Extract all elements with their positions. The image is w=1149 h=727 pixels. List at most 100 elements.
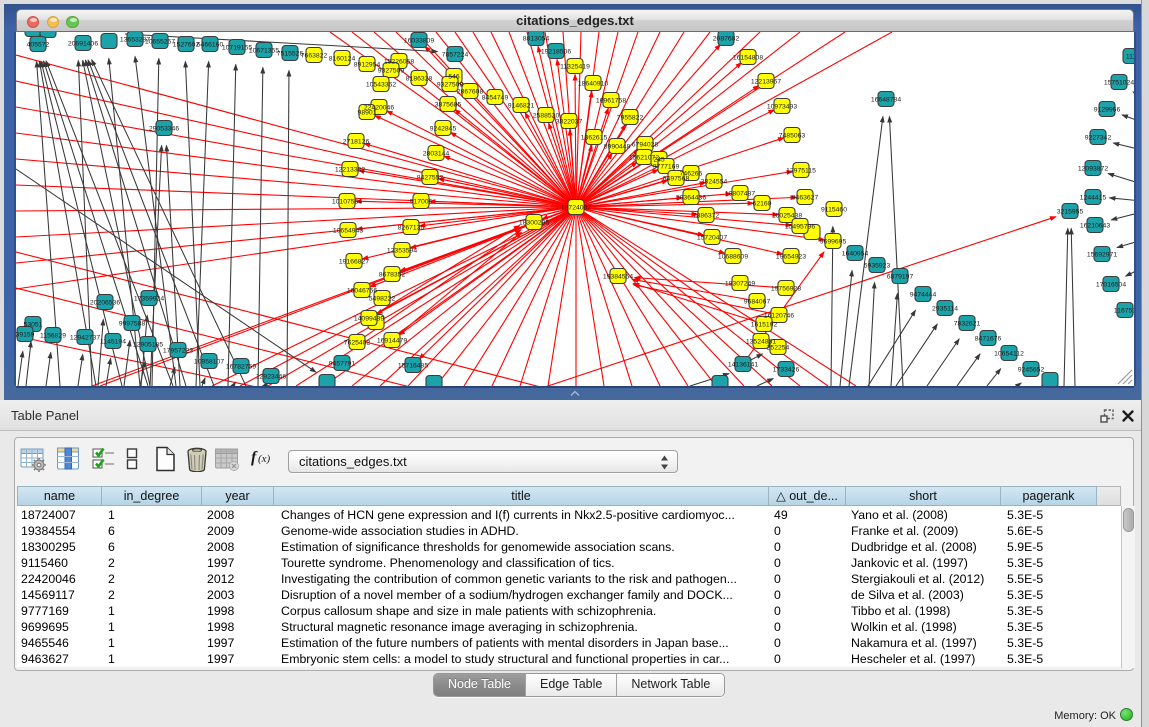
- graph-node-label: 10543362: [366, 82, 396, 89]
- graph-node-label: 7485063: [779, 133, 806, 140]
- cell-title: Disruption of a novel member of a sodium…: [274, 587, 769, 603]
- scrollbar-thumb[interactable]: [1123, 508, 1134, 532]
- graph-node-label: 19756928: [771, 286, 801, 293]
- graph-node-label: 2935114: [932, 306, 958, 313]
- graph-node-label: 16046766: [347, 288, 377, 295]
- table-vertical-scrollbar[interactable]: [1121, 506, 1135, 668]
- column-header-out_de[interactable]: △ out_de...: [769, 486, 846, 506]
- cell-short: Hescheler et al. (1997): [846, 651, 1001, 667]
- rows-icon[interactable]: [125, 446, 139, 477]
- table-row[interactable]: 1872400712008Changes of HCN gene express…: [17, 507, 1097, 523]
- cell-in_degree: 2: [102, 587, 202, 603]
- select-rows-icon[interactable]: [91, 446, 117, 477]
- cell-in_degree: 1: [102, 651, 202, 667]
- graph-node-label: 405572: [27, 42, 50, 49]
- table-row[interactable]: 911546021997Tourette syndrome. Phenomeno…: [17, 555, 1097, 571]
- column-header-year[interactable]: year: [202, 486, 274, 506]
- column-header-in_degree[interactable]: in_degree: [102, 486, 202, 506]
- graph-node-label: 16210643: [1080, 223, 1110, 230]
- table-row[interactable]: 969969511998Structural magnetic resonanc…: [17, 619, 1097, 635]
- graph-node[interactable]: [25, 22, 41, 37]
- graph-node-label: 9699695: [820, 239, 847, 246]
- graph-node[interactable]: [1042, 373, 1058, 388]
- graph-node-label: 2718126: [343, 139, 370, 146]
- graph-node-label: 9474444: [910, 292, 937, 299]
- graph-layer: 4055722069140613653287106552671527602646…: [16, 22, 1142, 393]
- graph-node[interactable]: [712, 376, 728, 391]
- table-row[interactable]: 977716911998Corpus callosum shape and si…: [17, 603, 1097, 619]
- graph-node[interactable]: [101, 34, 117, 49]
- dropdown-arrows-icon: [660, 455, 669, 470]
- tab-edge-table[interactable]: Edge Table: [525, 674, 616, 696]
- cell-name: 19384554: [17, 523, 102, 539]
- graph-node-label: 15716485: [398, 363, 428, 370]
- cell-pagerank: 5.5E-5: [1001, 571, 1097, 587]
- graph-node-label: 12093872: [1078, 166, 1108, 173]
- cell-in_degree: 2: [102, 555, 202, 571]
- column-header-title[interactable]: title: [274, 486, 769, 506]
- column-header-short[interactable]: short: [846, 486, 1001, 506]
- cell-name: 9463627: [17, 651, 102, 667]
- table-row[interactable]: 1830029562008Estimation of significance …: [17, 539, 1097, 555]
- graph-node-label: 12905185: [133, 342, 163, 349]
- graph-node-label: 17016504: [1096, 282, 1126, 289]
- status-bar: Memory: OK: [0, 700, 1142, 727]
- table-row[interactable]: 2242004622012Investigating the contribut…: [17, 571, 1097, 587]
- cell-title: Investigating the contribution of common…: [274, 571, 769, 587]
- select-columns-icon[interactable]: [56, 446, 82, 477]
- graph-node-label: 9245652: [1018, 367, 1045, 374]
- graph-node[interactable]: [319, 375, 335, 390]
- graph-node-label: 1640954: [842, 251, 869, 258]
- column-header-pagerank[interactable]: pagerank: [1001, 486, 1097, 506]
- split-handle-icon[interactable]: [569, 390, 581, 397]
- graph-node-label: 1615192: [751, 322, 778, 329]
- import-table-icon[interactable]: [214, 446, 240, 477]
- graph-node-label: 8912954: [354, 62, 381, 69]
- graph-node-label: 18640910: [578, 81, 608, 88]
- graph-node-label: 111: [1126, 54, 1137, 61]
- graph-node-label: 8267130: [398, 225, 425, 232]
- new-document-icon[interactable]: [153, 446, 177, 477]
- graph-node[interactable]: [40, 23, 56, 38]
- graph-node-label: 10973493: [767, 104, 797, 111]
- graph-node-label: 98901: [358, 110, 377, 117]
- graph-node-label: 10655267: [145, 39, 175, 46]
- table-panel-body: f(x) citations_edges.txt namein_degreeye…: [14, 437, 1134, 671]
- graph-node-label: 245: [653, 157, 665, 164]
- table-row[interactable]: 1456911722003Disruption of a novel membe…: [17, 587, 1097, 603]
- graph-node-label: 1362615: [581, 135, 608, 142]
- close-icon[interactable]: [1121, 409, 1135, 423]
- cell-name: 14569117: [17, 587, 102, 603]
- float-window-icon[interactable]: [1100, 409, 1114, 423]
- graph-node-label: 3215955: [1057, 209, 1084, 216]
- function-icon[interactable]: f(x): [250, 446, 276, 473]
- graph-node-label: 1145194: [100, 339, 126, 346]
- cell-pagerank: 5.3E-5: [1001, 507, 1097, 523]
- graph-node-label: 15495796: [785, 224, 815, 231]
- cell-pagerank: 5.3E-5: [1001, 603, 1097, 619]
- graph-node-label: 9327509: [378, 68, 405, 75]
- black-edge[interactable]: [1040, 386, 1043, 387]
- cell-title: Changes of HCN gene expression and I(f) …: [274, 507, 769, 523]
- cell-pagerank: 5.3E-5: [1001, 555, 1097, 571]
- graph-node[interactable]: [426, 376, 442, 391]
- graph-node-label: 19166827: [339, 259, 369, 266]
- graph-node-label: 16782759: [226, 364, 256, 371]
- graph-node-label: 16648784: [871, 97, 901, 104]
- table-selector-dropdown[interactable]: citations_edges.txt: [288, 450, 678, 473]
- graph-node-label: 12942737: [70, 335, 100, 342]
- table-settings-icon[interactable]: [20, 446, 46, 477]
- cell-title: Estimation of the future numbers of pati…: [274, 635, 769, 651]
- graph-node-label: 17957223: [163, 348, 193, 355]
- table-row[interactable]: 1938455462009Genome-wide association stu…: [17, 523, 1097, 539]
- trash-icon[interactable]: [186, 446, 208, 477]
- graph-node-label: 8160124: [329, 56, 356, 63]
- graph-node-label: 8678352: [379, 272, 406, 279]
- graph-node-label: 10719155: [222, 45, 252, 52]
- table-row[interactable]: 946362711997Embryonic stem cells: a mode…: [17, 651, 1097, 667]
- column-header-name[interactable]: name: [17, 486, 102, 506]
- tab-node-table[interactable]: Node Table: [434, 674, 525, 696]
- table-row[interactable]: 946554611997Estimation of the future num…: [17, 635, 1097, 651]
- graph-node-label: 15720407: [697, 235, 727, 242]
- tab-network-table[interactable]: Network Table: [616, 674, 724, 696]
